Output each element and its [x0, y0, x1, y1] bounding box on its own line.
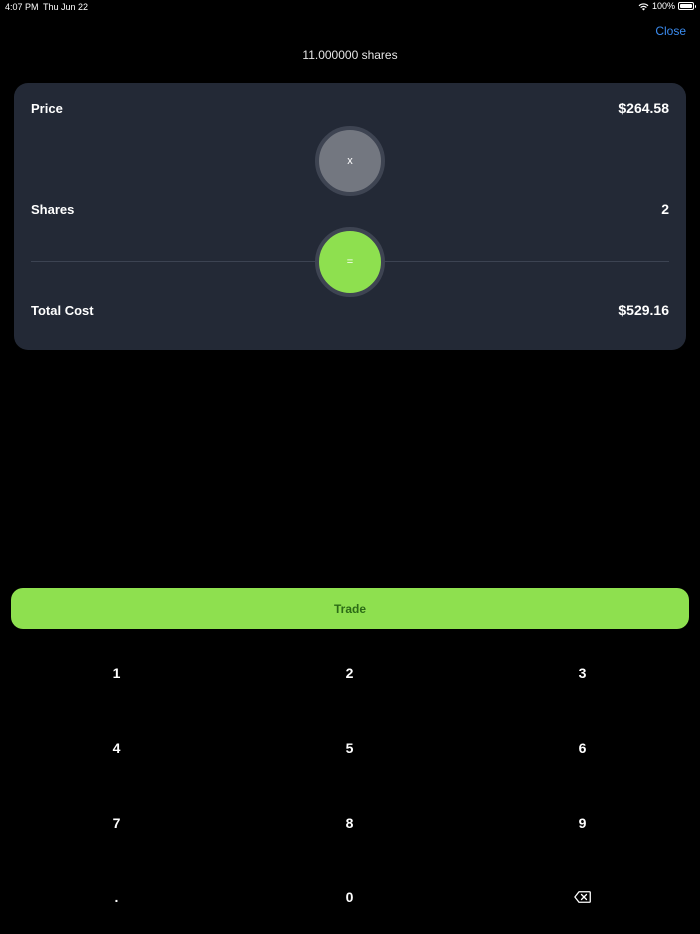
equals-operator: = [315, 227, 385, 297]
total-cost-value: $529.16 [618, 302, 669, 318]
price-row: Price $264.58 [31, 100, 669, 116]
key-6[interactable]: 6 [466, 710, 699, 785]
price-value: $264.58 [618, 100, 669, 116]
key-1[interactable]: 1 [0, 635, 233, 710]
total-cost-row: Total Cost $529.16 [31, 302, 669, 318]
battery-percent: 100% [651, 1, 675, 11]
close-button[interactable]: Close [655, 24, 686, 38]
key-8[interactable]: 8 [233, 785, 466, 860]
wifi-icon [638, 2, 649, 10]
status-indicators: 100% [638, 1, 696, 11]
multiply-operator: x [315, 126, 385, 196]
key-0[interactable]: 0 [233, 859, 466, 934]
key-decimal[interactable]: . [0, 859, 233, 934]
total-cost-label: Total Cost [31, 302, 94, 318]
shares-row[interactable]: Shares 2 [31, 201, 669, 217]
trade-calculator-screen: 4:07 PM Thu Jun 22 100% Close 11.000000 … [0, 0, 700, 934]
shares-label: Shares [31, 201, 75, 217]
price-label: Price [31, 100, 63, 116]
key-4[interactable]: 4 [0, 710, 233, 785]
shares-value: 2 [661, 201, 669, 217]
backspace-button[interactable] [466, 859, 699, 934]
trade-button[interactable]: Trade [11, 588, 689, 629]
number-keypad: 1 2 3 4 5 6 7 8 9 . 0 [0, 635, 700, 934]
key-3[interactable]: 3 [466, 635, 699, 710]
key-9[interactable]: 9 [466, 785, 699, 860]
shares-summary: 11.000000 shares [302, 48, 398, 62]
status-time: 4:07 PM [5, 2, 39, 12]
status-date: Thu Jun 22 [43, 2, 89, 12]
status-bar: 4:07 PM Thu Jun 22 100% [0, 0, 700, 14]
order-summary-card: Price $264.58 x Shares 2 = Total Cost $5… [14, 83, 686, 350]
key-5[interactable]: 5 [233, 710, 466, 785]
backspace-icon [574, 890, 591, 903]
key-2[interactable]: 2 [233, 635, 466, 710]
key-7[interactable]: 7 [0, 785, 233, 860]
battery-icon [678, 2, 696, 10]
